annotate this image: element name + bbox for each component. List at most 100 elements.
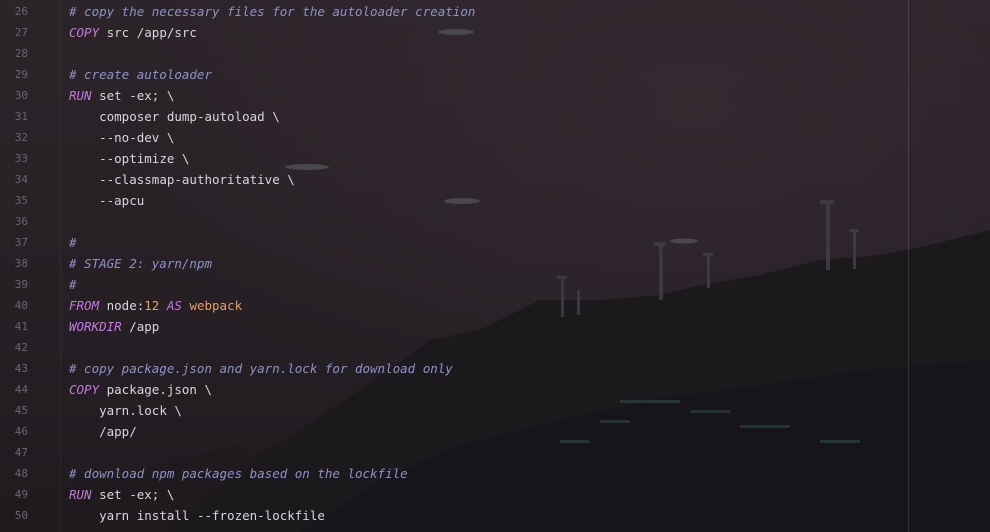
code-token-comment: # download npm packages based on the loc… [69,466,408,481]
code-line[interactable]: 41 WORKDIR /app [0,316,990,337]
line-code[interactable]: # [69,274,77,295]
line-code[interactable]: composer dump-autoload \ [69,106,280,127]
code-line[interactable]: 29 # create autoloader [0,64,990,85]
code-token-plain: /app [121,319,160,334]
line-number: 31 [14,110,28,123]
line-number: 50 [14,509,28,522]
code-token-num: 12 [144,298,160,313]
code-token-str: webpack [189,298,243,313]
line-number: 42 [14,341,28,354]
code-line[interactable]: 28 [0,43,990,64]
line-code[interactable]: /app/ [69,421,137,442]
line-code[interactable]: # copy the necessary files for the autol… [69,1,475,22]
line-code[interactable]: # copy package.json and yarn.lock for do… [69,358,453,379]
line-code[interactable]: # [69,232,77,253]
line-number: 36 [14,215,28,228]
line-number: 26 [14,5,28,18]
line-number: 28 [14,47,28,60]
code-token-plain: --no-dev \ [99,130,175,145]
code-line[interactable]: 26 # copy the necessary files for the aut… [0,1,990,22]
line-number: 46 [14,425,28,438]
code-token-kw: COPY [69,382,100,397]
code-token-kw: WORKDIR [69,319,122,334]
code-token-comment: # copy package.json and yarn.lock for do… [69,361,453,376]
code-token-plain: --apcu [99,193,145,208]
code-line[interactable]: 45 yarn.lock \ [0,400,990,421]
line-code[interactable]: --no-dev \ [69,127,174,148]
line-number: 33 [14,152,28,165]
code-token-kw: RUN [69,487,92,502]
line-code[interactable]: --apcu [69,190,144,211]
code-line[interactable]: 39 # [0,274,990,295]
code-token-comment: # STAGE 2: yarn/npm [69,256,212,271]
code-token-comment: # create autoloader [69,67,212,82]
line-code[interactable]: yarn.lock \ [69,400,182,421]
code-line[interactable]: 43 # copy package.json and yarn.lock for … [0,358,990,379]
line-code[interactable]: --optimize \ [69,148,189,169]
line-number: 49 [14,488,28,501]
code-token-plain: yarn.lock \ [99,403,182,418]
line-number: 27 [14,26,28,39]
line-code[interactable]: yarn install --frozen-lockfile [69,505,325,526]
line-code[interactable]: WORKDIR /app [69,316,159,337]
line-code[interactable]: COPY src /app/src [69,22,197,43]
line-number: 41 [14,320,28,333]
code-line[interactable]: 47 [0,442,990,463]
line-code[interactable]: RUN set -ex; \ [69,484,174,505]
code-line[interactable]: 40 FROM node:12 AS webpack [0,295,990,316]
code-editor[interactable]: 26 # copy the necessary files for the aut… [0,0,990,532]
line-code[interactable]: COPY package.json \ [69,379,212,400]
code-token-kw: AS [166,298,182,313]
code-line[interactable]: 38 # STAGE 2: yarn/npm [0,253,990,274]
code-line[interactable]: 35 --apcu [0,190,990,211]
line-code[interactable]: FROM node:12 AS webpack [69,295,242,316]
line-code[interactable]: # STAGE 2: yarn/npm [69,253,212,274]
code-token-plain: src /app/src [99,25,197,40]
code-token-plain: --classmap-authoritative \ [99,172,295,187]
line-number: 47 [14,446,28,459]
line-number: 39 [14,278,28,291]
line-number: 32 [14,131,28,144]
code-token-comment: # [69,277,77,292]
code-line[interactable]: 46 /app/ [0,421,990,442]
line-number: 38 [14,257,28,270]
code-line[interactable]: 36 [0,211,990,232]
code-token-plain: set -ex; \ [91,88,175,103]
line-number: 44 [14,383,28,396]
code-token-kw: RUN [69,88,92,103]
code-line[interactable]: 37 # [0,232,990,253]
code-token-plain: --optimize \ [99,151,190,166]
code-line[interactable]: 42 [0,337,990,358]
code-line[interactable]: 27 COPY src /app/src [0,22,990,43]
line-code[interactable]: # create autoloader [69,64,212,85]
code-line[interactable]: 48 # download npm packages based on the l… [0,463,990,484]
line-number: 48 [14,467,28,480]
line-number: 40 [14,299,28,312]
code-token-plain: yarn install --frozen-lockfile [99,508,325,523]
code-line[interactable]: 31 composer dump-autoload \ [0,106,990,127]
code-token-comment: # [69,235,77,250]
code-token-kw: COPY [69,25,100,40]
code-token-kw: FROM [69,298,100,313]
code-token-plain: set -ex; \ [91,487,175,502]
code-line[interactable]: 44 COPY package.json \ [0,379,990,400]
code-token-plain: composer dump-autoload \ [99,109,280,124]
code-line[interactable]: 30 RUN set -ex; \ [0,85,990,106]
line-number: 43 [14,362,28,375]
code-line[interactable]: 33 --optimize \ [0,148,990,169]
line-code[interactable]: --classmap-authoritative \ [69,169,295,190]
line-number: 30 [14,89,28,102]
code-line[interactable]: 49 RUN set -ex; \ [0,484,990,505]
code-line[interactable]: 32 --no-dev \ [0,127,990,148]
line-number: 29 [14,68,28,81]
line-code[interactable]: RUN set -ex; \ [69,85,174,106]
code-line[interactable]: 34 --classmap-authoritative \ [0,169,990,190]
code-line[interactable]: 50 yarn install --frozen-lockfile [0,505,990,526]
line-code[interactable]: # download npm packages based on the loc… [69,463,408,484]
